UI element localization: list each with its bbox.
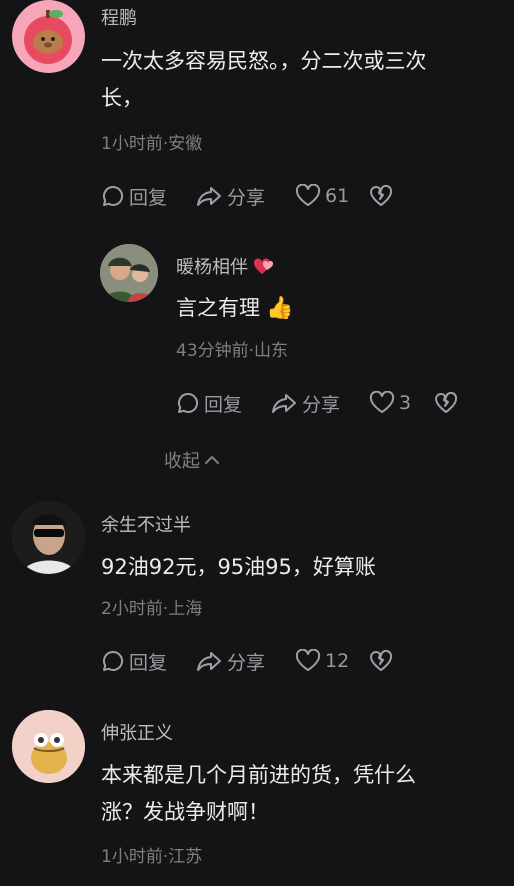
dislike-button[interactable]: [369, 646, 393, 676]
heart-icon: [295, 649, 321, 671]
comment-text-line: 一次太多容易民怒。，分二次或三次: [101, 49, 427, 73]
comment-meta: 1小时前·安徽: [101, 134, 203, 154]
share-label: 分享: [227, 651, 266, 674]
share-button[interactable]: 分享: [195, 646, 265, 676]
commenter-name-text: 暖杨相伴: [176, 257, 248, 278]
comment-text-line: 涨？发战争财啊！: [101, 800, 269, 824]
like-button[interactable]: 12: [295, 646, 349, 676]
avatar[interactable]: [100, 244, 158, 302]
reply-icon: [178, 392, 199, 413]
photo-avatar-icon: [12, 501, 85, 574]
comment-text: 本来都是几个月前进的货，凭什么 涨？发战争财啊！: [101, 757, 501, 831]
broken-heart-icon: [370, 649, 393, 671]
commenter-name[interactable]: 余生不过半: [101, 511, 191, 537]
reply-label: 回复: [204, 393, 243, 416]
reply-icon: [103, 650, 124, 671]
share-icon: [272, 394, 296, 413]
heart-icon: [295, 184, 321, 206]
like-button[interactable]: 61: [295, 181, 349, 211]
comment-actions: 回复 分享 12: [101, 646, 401, 676]
reply-button[interactable]: 回复: [176, 388, 242, 418]
chevron-up-icon: [205, 456, 219, 464]
like-count: 61: [325, 185, 350, 207]
avatar[interactable]: [12, 501, 85, 574]
share-icon: [197, 652, 221, 671]
cartoon-avatar-icon: [12, 710, 85, 783]
comment-meta: 43分钟前·山东: [176, 341, 289, 361]
dislike-button[interactable]: [369, 181, 393, 211]
comment-meta: 1小时前·江苏: [101, 847, 203, 867]
reply-label: 回复: [129, 651, 168, 674]
like-count: 12: [325, 650, 350, 672]
share-label: 分享: [227, 186, 266, 209]
share-label: 分享: [302, 393, 341, 416]
comment-text: 92油92元，95油95，好算账: [101, 555, 376, 579]
reply-label: 回复: [129, 186, 168, 209]
like-count: 3: [399, 392, 412, 414]
commenter-name[interactable]: 程鹏: [101, 4, 137, 30]
comment-text: 言之有理 👍: [176, 290, 293, 327]
share-button[interactable]: 分享: [195, 181, 265, 211]
commenter-name[interactable]: 伸张正义: [101, 719, 173, 745]
comment-meta: 2小时前·上海: [101, 599, 203, 619]
reply-button[interactable]: 回复: [101, 646, 167, 676]
collapse-replies-button[interactable]: 收起: [164, 447, 222, 473]
hearts-badge-icon: [253, 258, 274, 274]
comment-actions: 回复 分享 3: [176, 388, 476, 418]
comment-text-line: 言之有理: [176, 296, 260, 320]
reply-icon: [103, 185, 124, 206]
avatar[interactable]: [12, 710, 85, 783]
commenter-name[interactable]: 暖杨相伴: [176, 253, 276, 279]
avatar[interactable]: [12, 0, 85, 73]
dislike-button[interactable]: [434, 388, 458, 418]
photo-avatar-icon: [100, 244, 158, 302]
share-button[interactable]: 分享: [270, 388, 340, 418]
comment-text-line: 本来都是几个月前进的货，凭什么: [101, 763, 416, 787]
thumbs-up-emoji: 👍: [266, 296, 294, 321]
collapse-label: 收起: [164, 451, 200, 472]
comment-actions: 回复 分享 61: [101, 181, 401, 211]
comment-text: 一次太多容易民怒。，分二次或三次 长，: [101, 43, 501, 117]
share-icon: [197, 187, 221, 206]
comment-text-line: 长，: [101, 86, 143, 110]
broken-heart-icon: [370, 184, 393, 206]
like-button[interactable]: 3: [369, 388, 411, 418]
broken-heart-icon: [435, 391, 458, 413]
apple-avatar-icon: [24, 10, 72, 64]
heart-icon: [369, 391, 395, 413]
reply-button[interactable]: 回复: [101, 181, 167, 211]
